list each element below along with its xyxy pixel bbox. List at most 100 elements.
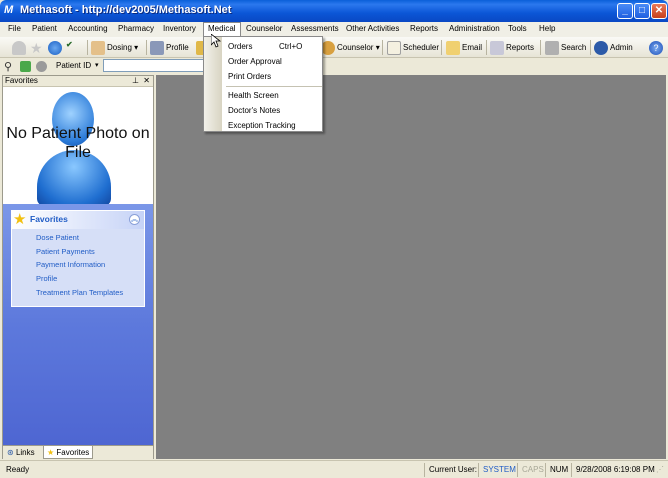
current-user-label: Current User:	[429, 465, 478, 474]
lock-icon[interactable]	[12, 39, 28, 56]
toolbar-separator	[382, 40, 383, 55]
menu-pharmacy[interactable]: Pharmacy	[114, 23, 158, 36]
menu-item-orders[interactable]: Orders	[228, 40, 252, 53]
menu-medical[interactable]: Medical	[203, 22, 241, 37]
toolbar-separator	[540, 40, 541, 55]
counselor-label: Counselor	[337, 43, 374, 52]
toolbar-separator	[146, 40, 147, 55]
tab-links-label: Links	[15, 448, 35, 457]
status-separator	[478, 463, 479, 477]
menu-item-order-approval[interactable]: Order Approval	[228, 55, 282, 68]
status-separator	[517, 463, 518, 477]
menu-item-doctors-notes[interactable]: Doctor's Notes	[228, 104, 280, 117]
admin-label: Admin	[610, 43, 633, 52]
clear-icon[interactable]	[36, 58, 49, 75]
link-patient-payments[interactable]: Patient Payments	[36, 245, 144, 259]
status-separator	[545, 463, 546, 477]
task-panel: ★ Favorites ︽ Dose Patient Patient Payme…	[3, 204, 153, 445]
link-treatment-plan-templates[interactable]: Treatment Plan Templates	[36, 286, 144, 300]
menu-other-activities[interactable]: Other Activities	[342, 23, 403, 36]
status-separator	[424, 463, 425, 477]
menu-tools[interactable]: Tools	[504, 23, 531, 36]
caps-indicator: CAPS	[522, 465, 544, 474]
profile-label: Profile	[166, 43, 189, 52]
menu-file[interactable]: File	[4, 23, 25, 36]
close-button[interactable]: ✕	[651, 3, 667, 19]
mouse-cursor-icon	[211, 34, 221, 48]
tab-favorites-label: Favorites	[56, 448, 90, 457]
search-label: Search	[561, 43, 587, 52]
search-button[interactable]: Search	[545, 39, 586, 56]
refresh-icon[interactable]	[20, 58, 33, 75]
main-toolbar: ★ ✔ Dosing ▾ Profile Counselor ▾ Schedul…	[0, 37, 668, 58]
pane-header: Favorites ⊥ ✕	[3, 76, 153, 87]
email-label: Email	[462, 43, 483, 52]
menu-counselor[interactable]: Counselor	[242, 23, 286, 36]
menu-item-exception-tracking[interactable]: Exception Tracking	[228, 119, 296, 132]
menu-inventory[interactable]: Inventory	[159, 23, 200, 36]
link-dose-patient[interactable]: Dose Patient	[36, 231, 144, 245]
find-icon[interactable]: ⚲	[4, 58, 20, 75]
collapse-icon[interactable]: ︽	[129, 214, 140, 225]
pane-title: Favorites	[5, 76, 38, 85]
menu-assessments[interactable]: Assessments	[287, 23, 343, 36]
admin-button[interactable]: Admin	[594, 39, 633, 56]
app-logo-icon: M	[4, 4, 14, 16]
favorites-group-title: Favorites	[30, 214, 68, 224]
status-bar: Ready Current User: SYSTEM CAPS NUM 9/28…	[0, 460, 668, 478]
resize-grip-icon[interactable]: ⋰	[656, 464, 664, 476]
dosing-button[interactable]: Dosing ▾	[91, 39, 138, 56]
no-photo-text: No Patient Photo on File	[6, 125, 150, 161]
scheduler-button[interactable]: Scheduler	[387, 39, 439, 56]
tab-links[interactable]: ⊛ Links	[7, 446, 35, 459]
status-separator	[571, 463, 572, 477]
menu-separator	[226, 86, 322, 87]
mdi-workspace	[156, 75, 666, 459]
reports-label: Reports	[506, 43, 535, 52]
menu-item-health-screen[interactable]: Health Screen	[228, 89, 279, 102]
menu-patient[interactable]: Patient	[28, 23, 61, 36]
datetime-display: 9/28/2008 6:19:08 PM	[576, 465, 655, 474]
counselor-button[interactable]: Counselor ▾	[321, 39, 380, 56]
pin-icon[interactable]: ⊥	[132, 76, 139, 86]
profile-button[interactable]: Profile	[150, 39, 189, 56]
patient-toolbar: ⚲ Patient ID ▾	[0, 58, 668, 74]
tab-favorites[interactable]: ★ Favorites	[43, 446, 94, 459]
links-icon: ⊛	[7, 448, 14, 457]
toolbar-separator	[87, 40, 88, 55]
menu-reports[interactable]: Reports	[406, 23, 442, 36]
patient-photo: No Patient Photo on File	[3, 88, 153, 206]
maximize-button[interactable]: □	[634, 3, 650, 19]
current-user-value: SYSTEM	[483, 465, 516, 474]
title-bar: M Methasoft - http://dev2005/Methasoft.N…	[0, 0, 668, 22]
star-icon[interactable]: ★	[30, 39, 46, 56]
favorites-group-header[interactable]: ★ Favorites ︽	[12, 211, 144, 229]
menu-item-print-orders[interactable]: Print Orders	[228, 70, 271, 83]
window-title: Methasoft - http://dev2005/Methasoft.Net	[20, 4, 232, 16]
minimize-button[interactable]: _	[617, 3, 633, 19]
toolbar-separator	[441, 40, 442, 55]
reports-button[interactable]: Reports	[490, 39, 534, 56]
back-icon[interactable]	[48, 39, 64, 56]
num-indicator: NUM	[550, 465, 569, 474]
scheduler-label: Scheduler	[403, 43, 440, 52]
medical-menu-dropdown: Orders Ctrl+O Order Approval Print Order…	[203, 36, 323, 132]
chevron-down-icon[interactable]: ▾	[95, 60, 99, 72]
email-button[interactable]: Email	[446, 39, 482, 56]
menu-accounting[interactable]: Accounting	[64, 23, 112, 36]
menu-bar: File Patient Accounting Pharmacy Invento…	[0, 22, 668, 37]
close-pane-icon[interactable]: ✕	[143, 76, 150, 86]
link-payment-information[interactable]: Payment Information	[36, 258, 144, 272]
link-profile[interactable]: Profile	[36, 272, 144, 286]
favorites-links: Dose Patient Patient Payments Payment In…	[12, 229, 144, 299]
toolbar-separator	[590, 40, 591, 55]
star-icon: ★	[47, 448, 55, 457]
menu-gutter	[204, 37, 222, 131]
patient-id-label: Patient ID	[56, 61, 92, 70]
abc-check-icon[interactable]: ✔	[66, 39, 82, 56]
help-icon[interactable]: ?	[649, 39, 665, 56]
menu-administration[interactable]: Administration	[445, 23, 504, 36]
dosing-label: Dosing	[107, 43, 132, 52]
menu-help[interactable]: Help	[535, 23, 559, 36]
star-icon: ★	[13, 211, 27, 228]
